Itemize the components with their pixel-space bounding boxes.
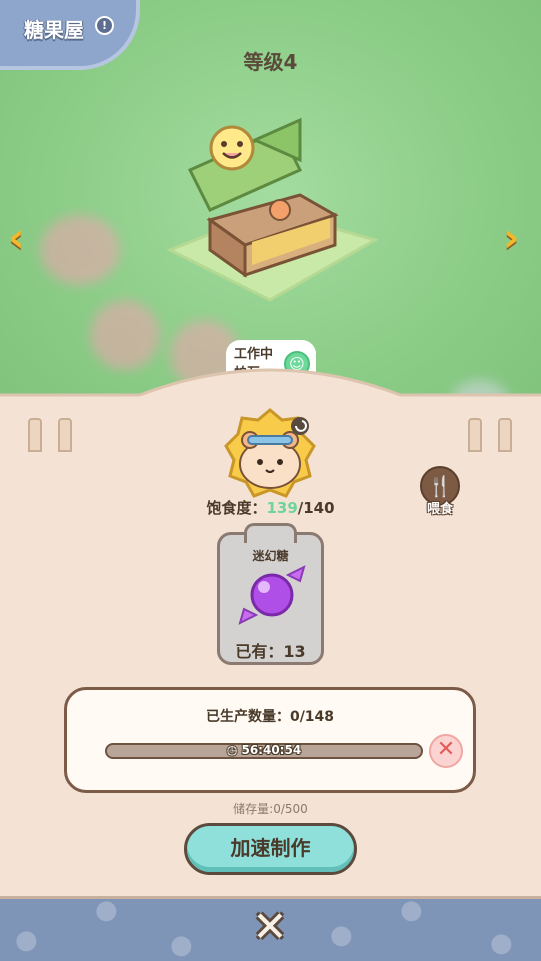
paw-print-decor: ● bbox=[490, 928, 513, 958]
candy-shop-building[interactable] bbox=[160, 100, 380, 320]
product-owned-count: 已有：13 bbox=[235, 642, 306, 661]
chevron-right-icon[interactable]: › bbox=[503, 218, 533, 258]
storage-amount: 储存量:0/500 bbox=[233, 802, 308, 816]
candy-icon bbox=[238, 565, 306, 625]
cancel-icon[interactable]: ✕ bbox=[429, 734, 463, 768]
paw-print-decor: ● bbox=[170, 930, 193, 960]
decor-flower bbox=[40, 215, 120, 285]
product-name: 迷幻糖 bbox=[252, 549, 289, 563]
product-card[interactable]: 迷幻糖 已有：13 bbox=[217, 523, 324, 665]
satiety-current: 139 bbox=[266, 499, 298, 517]
produced-count: 已生产数量：0/148 bbox=[205, 709, 335, 725]
production-timer: ◷ 56:40:54 bbox=[105, 743, 423, 759]
close-icon[interactable]: ✕ bbox=[250, 905, 290, 949]
paw-print-decor: ● bbox=[400, 895, 423, 925]
info-icon[interactable]: ! bbox=[95, 16, 114, 35]
clock-icon: ◷ bbox=[226, 743, 238, 757]
paw-print-decor: ● bbox=[330, 920, 353, 950]
timer-text: 56:40:54 bbox=[241, 743, 302, 757]
satiety-label: 饱食度： bbox=[206, 499, 267, 517]
paw-print-decor: ● bbox=[15, 925, 38, 955]
paw-print-decor: ● bbox=[95, 895, 118, 925]
worker-avatar[interactable] bbox=[222, 406, 318, 502]
chevron-left-icon[interactable]: ‹ bbox=[8, 218, 38, 258]
product-card-tab bbox=[244, 523, 297, 543]
feed-label: 喂食 bbox=[426, 502, 453, 517]
level-label: 等级4 bbox=[243, 50, 298, 74]
building-title: 糖果屋 bbox=[24, 18, 84, 42]
fence-post bbox=[28, 418, 42, 452]
speed-up-button[interactable]: 加速制作 bbox=[184, 823, 357, 875]
satiety-max: /140 bbox=[297, 499, 335, 517]
fence-post bbox=[58, 418, 72, 452]
production-box: 已生产数量：0/148 ◷ 56:40:54 ✕ bbox=[64, 687, 476, 793]
fence-post bbox=[498, 418, 512, 452]
fence-post bbox=[468, 418, 482, 452]
feed-button[interactable]: 🍴 喂食 bbox=[418, 466, 462, 517]
